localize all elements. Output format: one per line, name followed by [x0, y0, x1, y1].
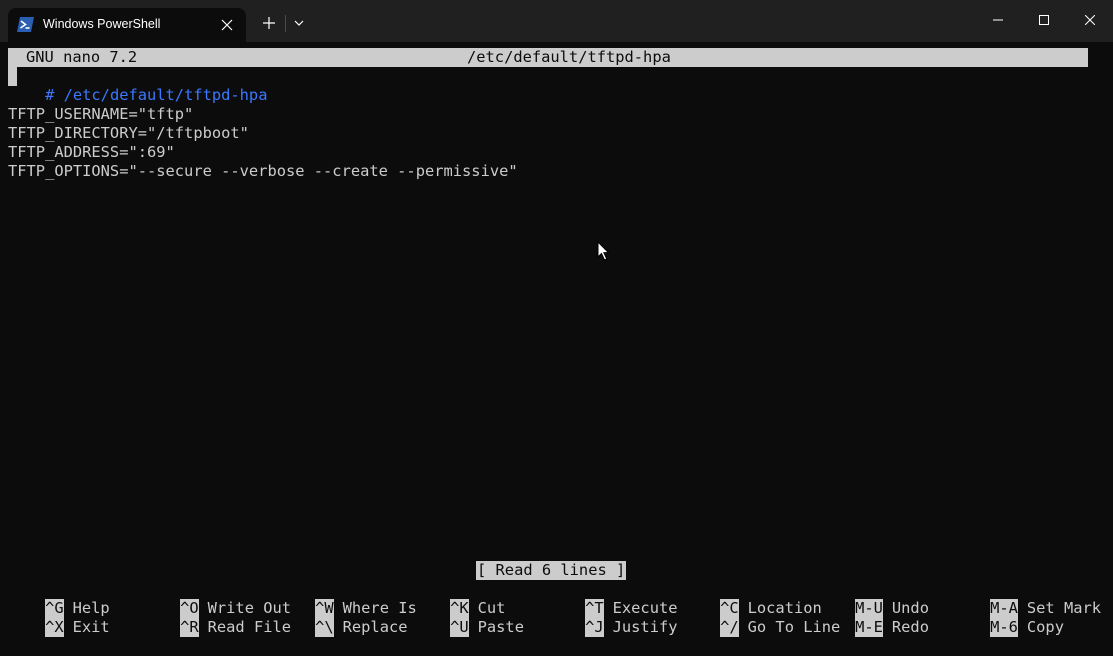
status-message: [ Read 6 lines ] [476, 561, 627, 580]
powershell-icon [17, 17, 34, 32]
shortcut-key: ^X [45, 618, 64, 637]
shortcut-label: Replace [342, 618, 408, 636]
close-icon [1085, 15, 1095, 25]
shortcut-execute: ^T Execute [548, 580, 678, 618]
minimize-button[interactable] [975, 6, 1021, 34]
shortcut-help: ^G Help [8, 580, 110, 618]
shortcut-key: ^J [585, 618, 604, 637]
editor-line-5[interactable]: TFTP_ADDRESS=":69" [8, 143, 175, 162]
nano-header: GNU nano 7.2 /etc/default/tftpd-hpa [8, 48, 1088, 67]
shortcut-exit: ^X Exit [8, 599, 110, 637]
tab-divider [285, 15, 286, 32]
tab-windows-powershell[interactable]: Windows PowerShell [8, 8, 246, 42]
shortcut-copy: M-6 Copy [953, 599, 1064, 637]
title-bar: Windows PowerShell [0, 0, 1113, 42]
shortcut-key: M-E [855, 618, 883, 637]
maximize-icon [1039, 15, 1049, 25]
plus-icon[interactable] [259, 13, 279, 33]
shortcut-undo: M-U Undo [818, 580, 929, 618]
shortcut-set-mark: M-A Set Mark [953, 580, 1101, 618]
shortcut-label: Copy [1026, 618, 1064, 636]
shortcut-write-out: ^O Write Out [143, 580, 291, 618]
chevron-down-icon[interactable] [290, 13, 308, 33]
shortcut-key: M-6 [990, 618, 1018, 637]
shortcut-replace: ^\ Replace [278, 599, 408, 637]
shortcut-paste: ^U Paste [413, 599, 524, 637]
maximize-button[interactable] [1021, 6, 1067, 34]
shortcut-key: ^U [450, 618, 469, 637]
editor-line-3[interactable]: TFTP_USERNAME="tftp" [8, 105, 193, 124]
terminal[interactable]: GNU nano 7.2 /etc/default/tftpd-hpa # /e… [8, 48, 1108, 637]
close-window-button[interactable] [1067, 6, 1113, 34]
tab-title: Windows PowerShell [43, 17, 161, 31]
shortcut-read-file: ^R Read File [143, 599, 291, 637]
nano-version: GNU nano 7.2 [26, 48, 138, 66]
editor-line-6[interactable]: TFTP_OPTIONS="--secure --verbose --creat… [8, 162, 518, 181]
editor-line-4[interactable]: TFTP_DIRECTORY="/tftpboot" [8, 124, 249, 143]
shortcut-label: Exit [72, 618, 110, 636]
nano-filename: /etc/default/tftpd-hpa [467, 48, 671, 66]
mouse-pointer-icon [597, 241, 610, 261]
shortcut-label: Justify [612, 618, 678, 636]
shortcut-label: Paste [477, 618, 524, 636]
shortcut-where-is: ^W Where Is [278, 580, 417, 618]
comment-line: # /etc/default/tftpd-hpa [45, 86, 268, 104]
shortcut-location: ^C Location [683, 580, 822, 618]
close-icon[interactable] [219, 17, 235, 33]
shortcut-key: ^/ [720, 618, 739, 637]
shortcut-label: Redo [891, 618, 929, 636]
shortcut-cut: ^K Cut [413, 580, 505, 618]
minimize-icon [993, 19, 1003, 21]
editor-line-1[interactable]: # /etc/default/tftpd-hpa [8, 67, 267, 104]
shortcut-redo: M-E Redo [818, 599, 929, 637]
shortcut-justify: ^J Justify [548, 599, 678, 637]
text-cursor [8, 67, 18, 86]
shortcut-go-to-line: ^/Go To Line [683, 599, 840, 637]
shortcut-key: ^R [180, 618, 199, 637]
shortcut-key: ^\ [315, 618, 334, 637]
